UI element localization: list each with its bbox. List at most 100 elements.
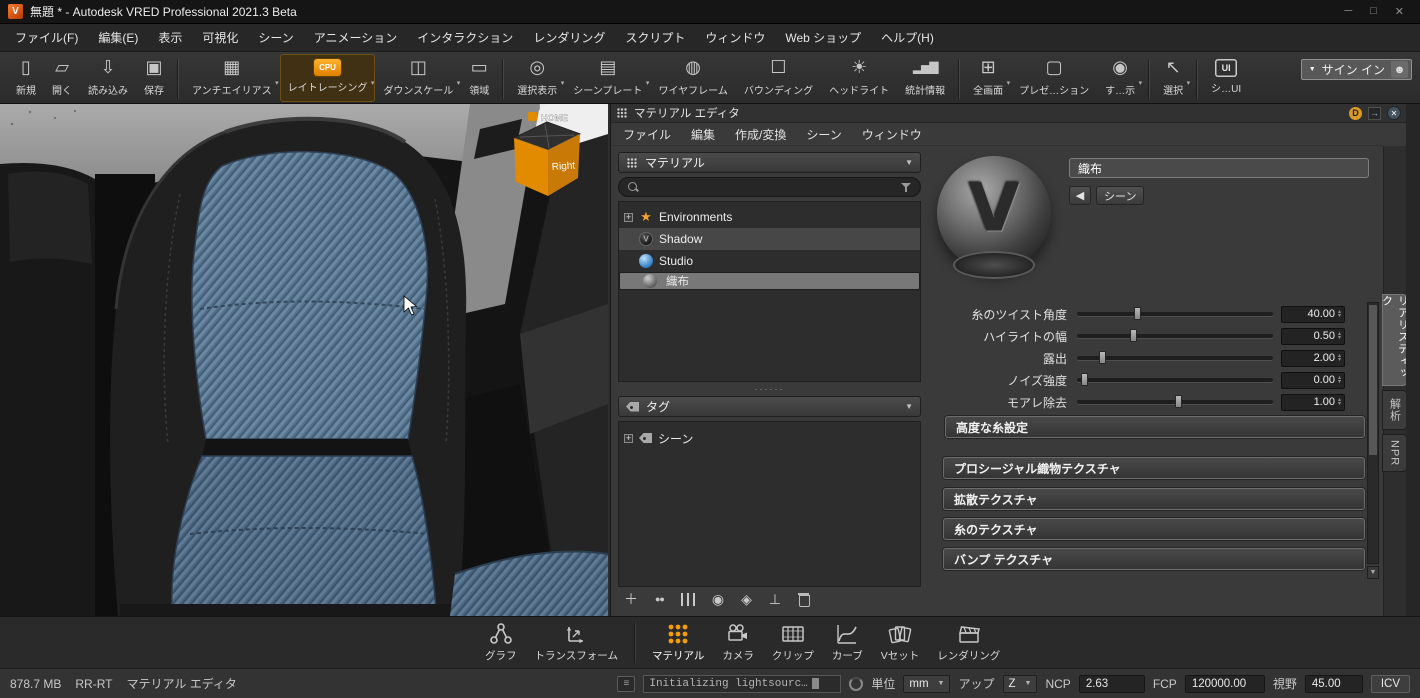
toolbar-ui-button[interactable]: UI シ…UI: [1203, 54, 1249, 102]
menu-scene[interactable]: シーン: [258, 29, 293, 46]
viewport-canvas[interactable]: HOME Right: [0, 104, 608, 616]
toolbar-wireframe-button[interactable]: ◍ ワイヤフレーム: [650, 54, 735, 102]
properties-scrollbar[interactable]: [1367, 302, 1379, 564]
slider-handle[interactable]: [1098, 351, 1106, 364]
slider-track[interactable]: [1077, 395, 1273, 408]
section-diffuse-texture[interactable]: 拡散テクスチャ: [943, 488, 1365, 510]
slider-handle[interactable]: [1129, 329, 1137, 342]
toolbar-region-button[interactable]: ▭ 領域: [461, 54, 497, 102]
toolbar-select-button[interactable]: ↖ ▾ 選択: [1155, 54, 1191, 102]
toolbar-presentation-button[interactable]: ▢ プレゼ…ション: [1011, 54, 1097, 102]
close-button[interactable]: ✕: [1395, 5, 1404, 18]
slider-value-field[interactable]: 2.00 ▴ ▾: [1281, 349, 1345, 367]
home-icon[interactable]: [528, 112, 537, 121]
spinner-arrows[interactable]: ▴ ▾: [1338, 397, 1341, 407]
module-vset[interactable]: Vセット: [872, 622, 929, 663]
toolbar-headlight-button[interactable]: ☀ ヘッドライト: [821, 54, 897, 102]
module-render[interactable]: レンダリング: [928, 622, 1009, 663]
me-menu-create-convert[interactable]: 作成/変換: [735, 126, 786, 143]
toolbar-display-button[interactable]: ◉ ▾ す…示: [1097, 54, 1143, 102]
splitter-handle[interactable]: ······: [618, 385, 921, 394]
spinner-arrows[interactable]: ▴ ▾: [1338, 375, 1341, 385]
console-icon[interactable]: ≡: [617, 675, 636, 692]
tab-analysis[interactable]: 解析: [1382, 390, 1407, 430]
slider-handle[interactable]: [1175, 395, 1182, 408]
me-menu-edit[interactable]: 編集: [691, 126, 715, 143]
material-editor-header[interactable]: マテリアル エディタ D → ✕: [611, 104, 1406, 123]
assign-material-icon[interactable]: ◉: [712, 591, 724, 607]
tree-row-studio[interactable]: Studio: [619, 250, 920, 272]
toolbar-fullscreen-button[interactable]: ⊞ ▾ 全画面: [965, 54, 1011, 102]
menu-view[interactable]: 表示: [158, 29, 182, 46]
ncp-field[interactable]: 2.63: [1078, 674, 1145, 693]
expander-icon[interactable]: +: [624, 433, 633, 443]
filter-icon[interactable]: [900, 181, 912, 193]
mixer-icon[interactable]: [680, 592, 695, 606]
duplicate-material-icon[interactable]: ●●: [655, 591, 665, 607]
menu-file[interactable]: ファイル(F): [15, 29, 78, 46]
chevron-down-icon[interactable]: ▾: [371, 79, 375, 87]
spinner-arrows[interactable]: ▴ ▾: [1338, 309, 1341, 319]
menu-webshop[interactable]: Web ショップ: [785, 29, 861, 46]
find-material-icon[interactable]: ◈: [741, 591, 752, 607]
slider-track[interactable]: [1077, 329, 1273, 342]
module-material[interactable]: マテリアル: [643, 622, 713, 663]
tree-row-fabric[interactable]: 織布: [619, 272, 920, 290]
chevron-down-icon[interactable]: ▾: [1187, 79, 1191, 87]
scene-button[interactable]: シーン: [1096, 186, 1145, 205]
chevron-down-icon[interactable]: ▾: [646, 79, 650, 87]
slider-handle[interactable]: [1133, 307, 1141, 320]
toolbar-isolate-view-button[interactable]: ◎ ▾ 選択表示: [509, 54, 565, 102]
menu-window[interactable]: ウィンドウ: [705, 29, 765, 46]
toolbar-antialias-button[interactable]: ▦ ▾ アンチエイリアス: [184, 54, 280, 102]
slider-value-field[interactable]: 1.00 ▴ ▾: [1281, 393, 1345, 411]
chevron-down-icon[interactable]: ▾: [1139, 79, 1143, 87]
menu-help[interactable]: ヘルプ(H): [881, 29, 934, 46]
search-input[interactable]: [645, 180, 894, 194]
toolbar-open-button[interactable]: ▱ 開く: [44, 54, 80, 102]
slider-track[interactable]: [1077, 373, 1273, 386]
me-menu-scene[interactable]: シーン: [806, 126, 841, 143]
me-menu-file[interactable]: ファイル: [623, 126, 671, 143]
maximize-button[interactable]: □: [1370, 5, 1377, 18]
chevron-down-icon[interactable]: ▾: [275, 79, 279, 87]
menu-edit[interactable]: 編集(E): [98, 29, 138, 46]
toolbar-import-button[interactable]: ⇩ 読み込み: [80, 54, 136, 102]
slider-track[interactable]: [1077, 307, 1273, 320]
module-graph[interactable]: グラフ: [476, 622, 526, 663]
tab-npr[interactable]: NPR: [1382, 434, 1407, 472]
spinner-arrows[interactable]: ▴ ▾: [1338, 331, 1341, 341]
minimize-button[interactable]: ─: [1344, 5, 1352, 18]
expander-icon[interactable]: +: [624, 212, 633, 222]
slider-handle[interactable]: [1080, 373, 1088, 386]
menu-visualization[interactable]: 可視化: [202, 29, 238, 46]
spinner-arrows[interactable]: ▴ ▾: [1338, 353, 1341, 363]
slider-value-field[interactable]: 40.00 ▴ ▾: [1281, 305, 1345, 323]
nav-cube-home-label[interactable]: HOME: [541, 113, 568, 123]
module-camera[interactable]: カメラ: [713, 622, 763, 663]
slider-value-field[interactable]: 0.50 ▴ ▾: [1281, 327, 1345, 345]
tree-row-environments[interactable]: + ★ Environments: [619, 206, 920, 228]
up-axis-select[interactable]: Z ▼: [1002, 674, 1038, 693]
toolbar-downscale-button[interactable]: ◫ ▾ ダウンスケール: [375, 54, 461, 102]
sign-in-button[interactable]: ▼ サイン イン ☻: [1300, 59, 1412, 80]
tag-dropdown[interactable]: タグ ▼: [618, 396, 921, 417]
dock-badge[interactable]: D: [1349, 106, 1362, 120]
toolbar-raytracing-button[interactable]: CPU ▾ レイトレーシング: [279, 54, 376, 102]
undock-icon[interactable]: →: [1368, 106, 1381, 120]
module-transform[interactable]: トランスフォーム: [526, 622, 627, 663]
tab-realistic[interactable]: リアリスティック: [1381, 294, 1409, 386]
render-viewport[interactable]: HOME Right: [0, 104, 608, 616]
menu-animation[interactable]: アニメーション: [314, 29, 398, 46]
slider-value-field[interactable]: 0.00 ▴ ▾: [1281, 371, 1345, 389]
icv-button[interactable]: ICV: [1370, 674, 1410, 693]
fov-field[interactable]: 45.00: [1304, 674, 1363, 693]
menu-interaction[interactable]: インタラクション: [417, 29, 513, 46]
me-menu-window[interactable]: ウィンドウ: [862, 126, 922, 143]
material-preview-sphere[interactable]: V: [937, 156, 1051, 279]
slider-track[interactable]: [1077, 351, 1273, 364]
tag-row-scene[interactable]: + シーン: [619, 427, 920, 449]
unit-select[interactable]: mm ▼: [903, 674, 951, 693]
toolbar-new-button[interactable]: ▯ 新規: [8, 54, 44, 102]
panel-close-icon[interactable]: ✕: [1387, 106, 1401, 120]
